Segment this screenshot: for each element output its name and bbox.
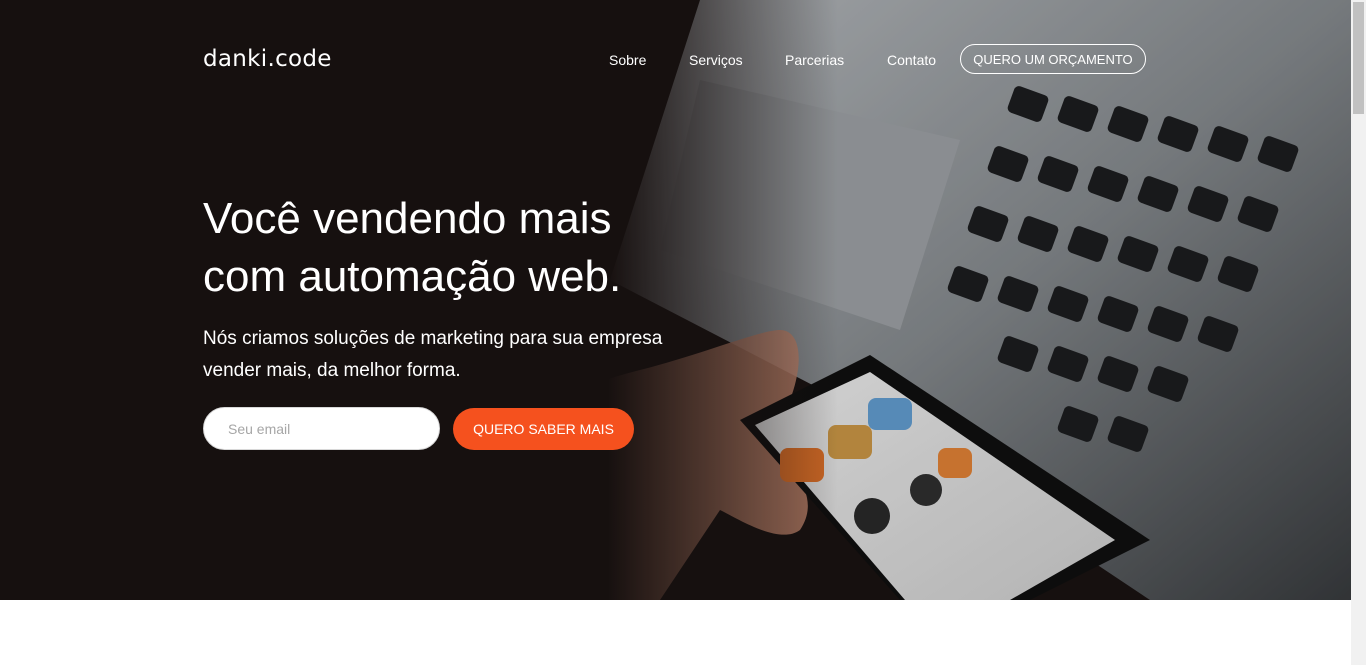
hero-subtitle-line-1: Nós criamos soluções de marketing para s… <box>203 328 663 349</box>
hero-title-line-2: com automação web. <box>203 252 622 301</box>
nav-link-sobre[interactable]: Sobre <box>609 52 646 68</box>
nav-link-contato[interactable]: Contato <box>887 52 936 68</box>
learn-more-button[interactable]: QUERO SABER MAIS <box>453 408 634 450</box>
hero-subtitle-line-2: vender mais, da melhor forma. <box>203 360 461 381</box>
next-section <box>0 600 1351 665</box>
nav-link-parcerias[interactable]: Parcerias <box>785 52 844 68</box>
nav-link-servicos[interactable]: Serviços <box>689 52 743 68</box>
scrollbar-thumb[interactable] <box>1353 2 1364 114</box>
hero-title: Você vendendo mais com automação web. <box>203 190 723 306</box>
hero-subtitle: Nós criamos soluções de marketing para s… <box>203 323 703 387</box>
email-input[interactable] <box>203 407 440 450</box>
hero-section: danki.code Sobre Serviços Parcerias Cont… <box>0 0 1351 600</box>
brand-logo[interactable]: danki.code <box>203 46 332 72</box>
hero-title-line-1: Você vendendo mais <box>203 194 612 243</box>
page-scrollbar[interactable] <box>1351 0 1366 665</box>
request-quote-button[interactable]: QUERO UM ORÇAMENTO <box>960 44 1146 74</box>
